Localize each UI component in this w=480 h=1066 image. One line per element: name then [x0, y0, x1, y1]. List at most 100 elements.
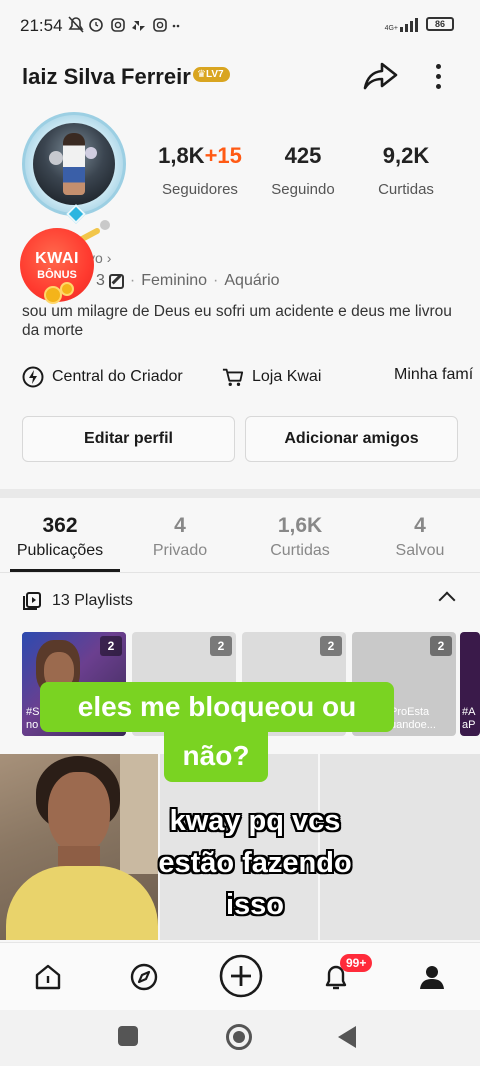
playlist-count: 2 — [100, 636, 122, 656]
more-options-button[interactable] — [426, 58, 450, 94]
separator: · — [213, 272, 219, 289]
edit-profile-button[interactable]: Editar perfil — [22, 416, 235, 462]
notification-badge: 99+ — [340, 954, 373, 972]
creator-center-label: Central do Criador — [52, 368, 183, 385]
nav-profile[interactable] — [414, 959, 450, 995]
tab-publications[interactable]: 362 Publicações — [0, 514, 120, 560]
profile-gender: Feminino — [141, 272, 208, 289]
chevron-right-icon: › — [106, 250, 112, 266]
tab-saved[interactable]: 4 Salvou — [360, 514, 480, 560]
home-system-dot — [233, 1031, 245, 1043]
kwai-bonus-subtitle: BÔNUS — [37, 269, 77, 281]
tab-label: Publicações — [16, 542, 104, 559]
avatar-detail — [85, 147, 97, 159]
playlist-thumbnail[interactable]: #A aP — [460, 632, 480, 736]
nav-discover[interactable] — [126, 959, 162, 995]
system-navigation — [0, 1010, 480, 1066]
playlist-icon — [23, 592, 41, 610]
stat-likes-label: Curtidas — [378, 181, 434, 198]
status-time: 21:54 — [20, 16, 63, 35]
profile-meta-number: 3 — [96, 272, 105, 289]
add-friends-button[interactable]: Adicionar amigos — [245, 416, 458, 462]
caption-line2: estão fazendo — [158, 847, 352, 879]
lightning-icon — [22, 366, 44, 388]
stat-following-label: Seguindo — [271, 181, 335, 198]
avatar-detail — [49, 151, 63, 165]
nav-home[interactable] — [30, 959, 66, 995]
tab-count: 4 — [414, 514, 426, 537]
tab-label: Privado — [152, 542, 208, 559]
back-icon[interactable] — [338, 1026, 356, 1048]
notification-icons — [68, 16, 180, 33]
playlist-count: 2 — [320, 636, 342, 656]
playlist-count: 2 — [430, 636, 452, 656]
level-badge: ♛LV7 — [193, 67, 230, 82]
tab-private[interactable]: 4 Privado — [120, 514, 240, 560]
playlist-caption: ProEsta uandoe... — [390, 706, 436, 731]
more-dot-icon — [435, 63, 441, 69]
profile-icon — [420, 966, 444, 989]
signal-icon — [400, 16, 418, 32]
share-button[interactable] — [360, 58, 400, 94]
creator-center-link[interactable]: Central do Criador — [22, 366, 183, 388]
caption-line1: kway pq vcs — [169, 805, 341, 837]
kwai-bonus-title: KWAI — [35, 250, 79, 267]
crown-icon: ♛ — [197, 69, 206, 80]
avatar — [33, 123, 115, 205]
playlist-caption: #S no — [26, 706, 40, 731]
my-family-link[interactable]: Minha famí — [394, 366, 480, 384]
kwai-shop-link[interactable]: Loja Kwai — [222, 366, 321, 388]
green-caption-line1: eles me bloqueou ou — [40, 682, 394, 732]
my-family-label: Minha famí — [394, 366, 474, 383]
tab-count: 4 — [174, 514, 186, 537]
coin-icon — [60, 282, 74, 296]
home-icon — [35, 964, 61, 990]
tab-count: 1,6K — [277, 514, 323, 537]
avatar-figure — [63, 133, 85, 195]
tab-count: 362 — [42, 514, 78, 537]
recent-apps-icon[interactable] — [118, 1026, 138, 1046]
discover-icon — [130, 963, 158, 991]
network-type: 4G+ — [384, 25, 398, 32]
tab-label: Salvou — [395, 542, 445, 559]
stat-followers-label: Seguidores — [162, 181, 238, 198]
collapse-chevron-icon[interactable] — [438, 591, 456, 609]
playlists-header[interactable]: 13 Playlists — [22, 591, 133, 611]
stat-following-value: 425 — [284, 143, 322, 168]
stat-followers[interactable]: 1,8K+15 Seguidores — [148, 143, 252, 198]
create-icon — [219, 954, 263, 998]
more-dot-icon — [435, 83, 441, 89]
avatar-frame[interactable] — [22, 112, 126, 224]
stat-followers-value: 1,8K+15 — [148, 143, 252, 169]
stat-value: 1,8K — [158, 143, 205, 168]
home-system-icon[interactable] — [226, 1024, 252, 1050]
stat-likes[interactable]: 9,2K Curtidas — [362, 143, 450, 198]
battery-icon: 86 — [426, 17, 454, 31]
edit-icon[interactable] — [108, 273, 124, 289]
playlist-count: 2 — [210, 636, 232, 656]
playlists-count-label: 13 Playlists — [52, 592, 133, 609]
profile-bio: sou um milagre de Deus eu sofri um acide… — [22, 303, 452, 339]
profile-sign: Aquário — [224, 272, 280, 289]
stat-likes-value: 9,2K — [382, 143, 430, 168]
status-right-icons: 4G+ 86 — [385, 16, 454, 32]
nav-create[interactable] — [218, 953, 264, 999]
diamond-icon — [66, 204, 86, 224]
level-label: LV7 — [205, 69, 224, 80]
green-caption-line2: não? — [164, 730, 268, 782]
network-indicator: 4G+ — [385, 16, 418, 32]
playlist-caption: #A aP — [462, 706, 476, 731]
tab-likes[interactable]: 1,6K Curtidas — [240, 514, 360, 560]
status-notification-icons — [68, 16, 180, 38]
share-icon — [363, 62, 398, 90]
section-divider — [0, 489, 480, 498]
tabs-divider — [0, 572, 480, 573]
stat-increment: +15 — [204, 143, 242, 168]
more-dot-icon — [435, 73, 441, 79]
status-bar: 21:54 4G+ 86 — [0, 0, 480, 52]
bottom-navigation — [0, 942, 480, 1010]
separator: · — [129, 272, 136, 289]
stat-following[interactable]: 425 Seguindo — [258, 143, 348, 198]
kwai-shop-label: Loja Kwai — [252, 368, 322, 385]
profile-meta: 3 · Feminino · Aquário — [96, 272, 280, 290]
